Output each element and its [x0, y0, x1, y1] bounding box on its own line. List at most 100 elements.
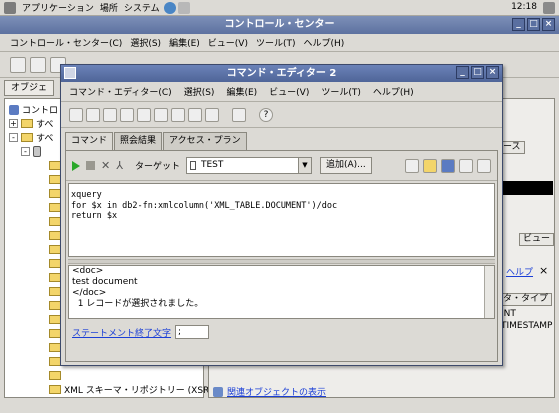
menu-tools[interactable]: ツール(T)	[256, 36, 296, 49]
minimize-button[interactable]: _	[512, 18, 525, 31]
tab-query-results[interactable]: 照会結果	[114, 132, 163, 150]
menu-help[interactable]: ヘルプ(H)	[304, 36, 345, 49]
window-title: コントロール・センター	[224, 19, 335, 30]
menu-view[interactable]: ビュー(V)	[208, 36, 248, 49]
close-button[interactable]: ×	[542, 18, 555, 31]
maximize-button[interactable]: □	[471, 66, 484, 79]
visual-explain-icon[interactable]: ⅄	[116, 159, 123, 172]
menu-edit[interactable]: 編集(E)	[226, 85, 257, 98]
menu-view[interactable]: ビュー(V)	[269, 85, 309, 98]
maximize-button[interactable]: □	[527, 18, 540, 31]
result-line: </doc>	[72, 288, 107, 298]
row-timestamp[interactable]: TIMESTAMP	[501, 321, 552, 331]
folder-icon	[21, 119, 33, 128]
results-output[interactable]: <doc> test document </doc> 1 レコードが選択されまし…	[68, 265, 495, 319]
menu-tools[interactable]: ツール(T)	[321, 85, 361, 98]
places-menu[interactable]: 場所	[100, 1, 118, 14]
command-editor-input[interactable]: xquery for $x in db2-fn:xmlcolumn('XML_T…	[68, 183, 495, 257]
tree-item-xsr[interactable]: XML スキーマ・リポジトリー (XSR)	[49, 383, 213, 396]
screen-icon[interactable]	[232, 107, 246, 122]
run-toolbar: ✕ ⅄ ターゲット TEST ▼ 追加(A)...	[66, 151, 497, 181]
link-icon[interactable]	[137, 107, 151, 122]
editor-actions	[405, 158, 491, 173]
add-button[interactable]: 追加(A)...	[319, 157, 372, 174]
dialog-menubar: コマンド・エディター(C) 選択(S) 編集(E) ビュー(V) ツール(T) …	[61, 82, 502, 102]
menu-select[interactable]: 選択(S)	[184, 85, 215, 98]
related-objects-link[interactable]: 関連オブジェクトの表示	[227, 385, 326, 398]
tree-icon[interactable]	[10, 56, 26, 73]
object-view-tab[interactable]: オブジェ	[4, 80, 55, 96]
command-tab-panel: ✕ ⅄ ターゲット TEST ▼ 追加(A)... xquery for $x …	[65, 150, 498, 362]
journal-icon[interactable]	[154, 107, 168, 122]
tab-access-plan[interactable]: アクセス・プラン	[163, 132, 247, 150]
tree-item-root[interactable]: コントロ	[9, 103, 58, 116]
target-select[interactable]: TEST ▼	[185, 157, 312, 174]
mail-icon[interactable]	[177, 1, 190, 14]
window-icon[interactable]	[120, 107, 134, 122]
tool-icon[interactable]	[103, 107, 117, 122]
command-editor-titlebar[interactable]: コマンド・エディター 2 _ □ ×	[61, 65, 502, 82]
stop-icon[interactable]	[86, 161, 95, 170]
menu-select[interactable]: 選択(S)	[130, 36, 161, 49]
target-db-icon	[189, 161, 196, 170]
run-icon[interactable]	[72, 160, 80, 171]
chevron-down-icon[interactable]: ▼	[297, 158, 311, 173]
menu-control-center[interactable]: コントロール・センター(C)	[10, 36, 122, 49]
tree-item-instance[interactable]: -	[21, 145, 41, 158]
system-menu[interactable]: システム	[124, 1, 160, 14]
editor-line: xquery	[71, 190, 102, 200]
db-icon[interactable]	[86, 107, 100, 122]
menu-command-editor[interactable]: コマンド・エディター(C)	[69, 85, 172, 98]
row-int[interactable]: INT	[501, 309, 516, 319]
clock[interactable]: 12:18	[511, 2, 537, 12]
help-link[interactable]: ヘルプ	[506, 265, 533, 278]
folder-icon	[49, 385, 61, 394]
find-icon[interactable]	[477, 158, 491, 173]
type-column-header[interactable]: タ・タイプ	[499, 293, 553, 306]
statement-terminator-row: ステートメント終了文字 ;	[72, 325, 210, 339]
browser-icon[interactable]	[163, 1, 176, 14]
applications-menu[interactable]: アプリケーション	[22, 1, 94, 14]
print-icon[interactable]	[459, 158, 473, 173]
menu-edit[interactable]: 編集(E)	[169, 36, 200, 49]
monitor-icon[interactable]	[205, 107, 219, 122]
db-icon[interactable]	[30, 56, 46, 73]
close-button[interactable]: ×	[486, 66, 499, 79]
control-center-titlebar[interactable]: コントロール・センター _ □ ×	[0, 16, 559, 34]
open-icon[interactable]	[423, 158, 437, 173]
tree-folder-16[interactable]	[49, 369, 61, 382]
collapse-icon[interactable]: -	[9, 133, 18, 142]
tab-command[interactable]: コマンド	[65, 132, 114, 151]
editor-line: for $x in db2-fn:xmlcolumn('XML_TABLE.DO…	[71, 200, 338, 211]
save-icon[interactable]	[441, 158, 455, 173]
folder-icon	[49, 371, 61, 380]
command-editor-window: コマンド・エディター 2 _ □ × コマンド・エディター(C) 選択(S) 編…	[60, 64, 503, 366]
editor-line: return $x	[71, 211, 118, 221]
main-menubar: コントロール・センター(C) 選択(S) 編集(E) ビュー(V) ツール(T)…	[0, 34, 559, 52]
expand-icon[interactable]: +	[9, 119, 18, 128]
results-scrollbar[interactable]	[484, 266, 494, 318]
tree-item-all-2[interactable]: - すべ	[9, 131, 53, 144]
foot-icon[interactable]	[4, 1, 16, 14]
statement-terminator-input[interactable]: ;	[175, 325, 210, 339]
menu-help[interactable]: ヘルプ(H)	[373, 85, 414, 98]
notification-icon[interactable]	[543, 2, 555, 14]
screen-icon[interactable]	[405, 158, 419, 173]
pane-splitter[interactable]	[68, 259, 495, 264]
dialog-title: コマンド・エディター 2	[226, 68, 337, 79]
close-icon[interactable]: ×	[539, 264, 548, 277]
statement-terminator-label[interactable]: ステートメント終了文字	[72, 326, 171, 339]
task-icon[interactable]	[188, 107, 202, 122]
explain-icon[interactable]: ✕	[101, 159, 110, 172]
app-icon	[64, 67, 76, 79]
view-button[interactable]: ビュー	[519, 233, 555, 246]
note-icon[interactable]	[171, 107, 185, 122]
selected-row[interactable]	[501, 181, 553, 195]
collapse-icon[interactable]: -	[21, 147, 30, 156]
related-objects-row: 関連オブジェクトの表示	[213, 385, 326, 398]
tree-item-all-1[interactable]: + すべ	[9, 117, 53, 130]
minimize-button[interactable]: _	[456, 66, 469, 79]
tree-icon[interactable]	[69, 107, 83, 122]
result-line: test document	[72, 277, 138, 287]
help-icon[interactable]: ?	[259, 107, 273, 122]
